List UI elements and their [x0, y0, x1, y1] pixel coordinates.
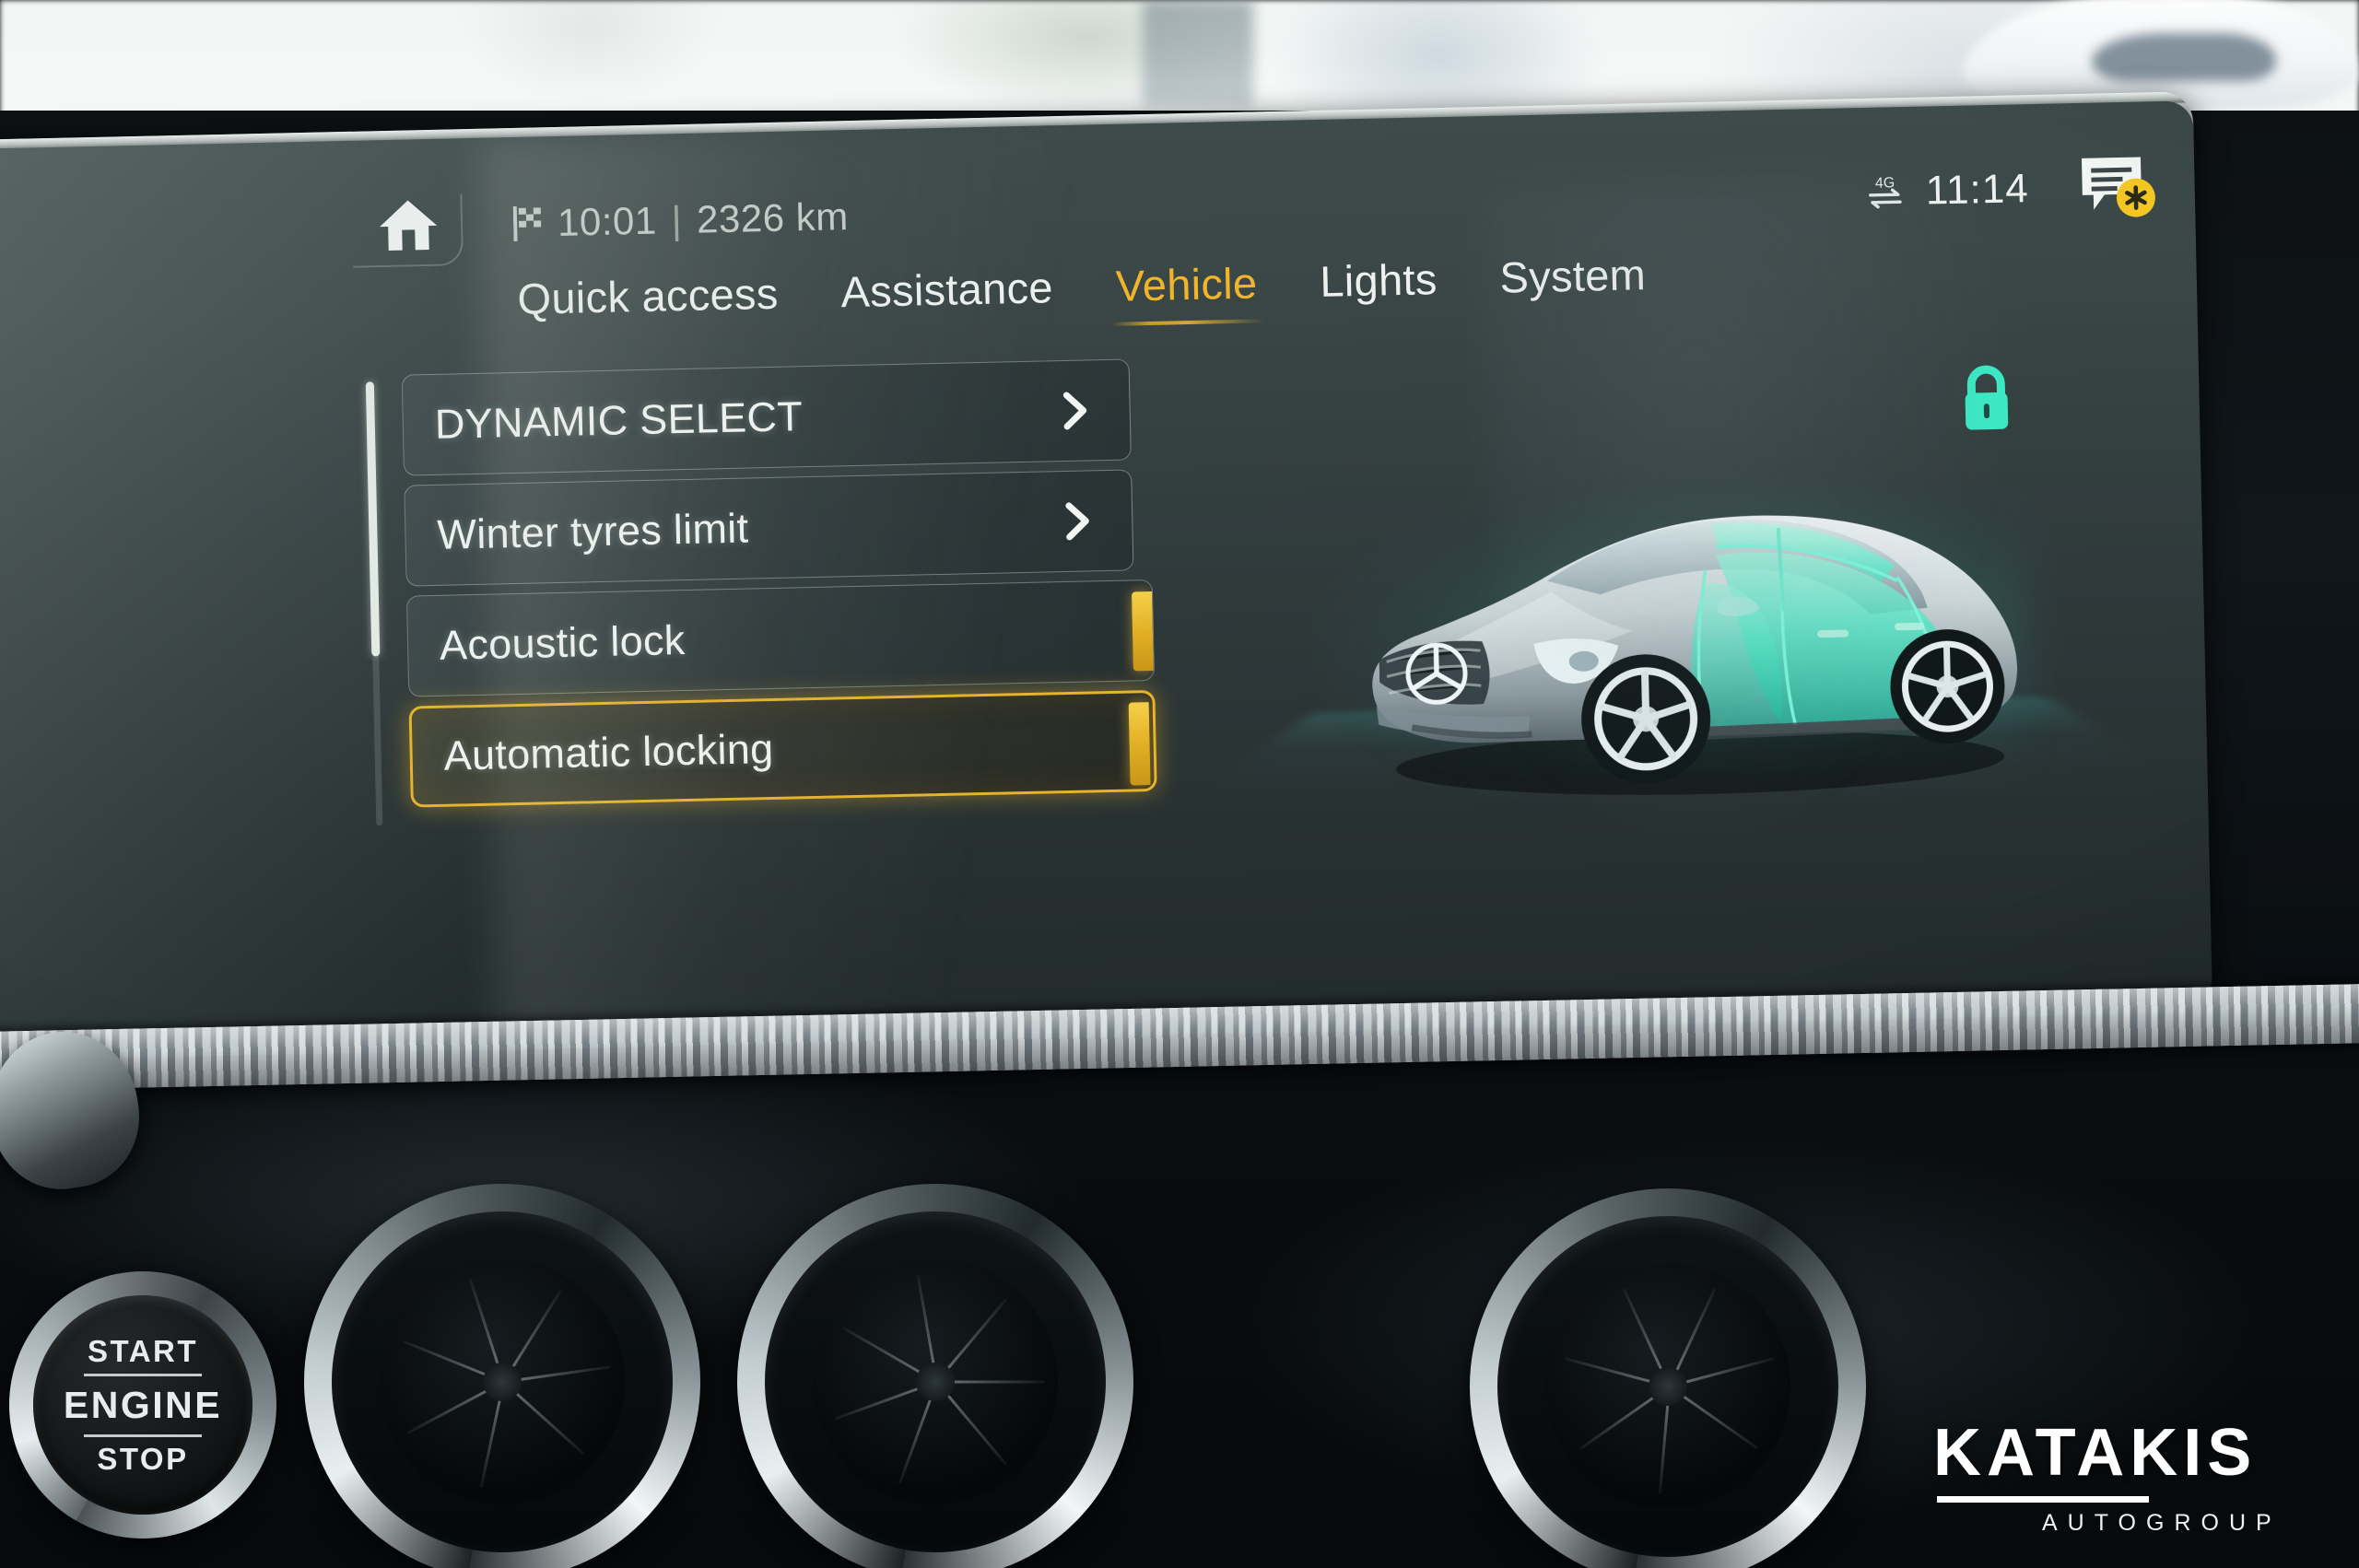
vehicle-settings-menu: DYNAMIC SELECT Winter tyres limit Acoust…	[401, 358, 1157, 816]
menu-item-acoustic-lock[interactable]: Acoustic lock	[405, 579, 1156, 697]
vent-core	[379, 1258, 626, 1505]
engine-button-line-3: STOP	[97, 1441, 189, 1476]
display-glass: 10:01 | 2326 km 4G 11:14 Quick access As…	[0, 100, 2213, 1061]
checkered-flag-icon	[512, 205, 546, 241]
trip-info: 10:01 | 2326 km	[512, 193, 850, 248]
menu-item-label: Winter tyres limit	[436, 504, 749, 558]
background-car-window	[2092, 33, 2276, 81]
engine-button-line-1: START	[87, 1333, 199, 1368]
mbux-display: 10:01 | 2326 km 4G 11:14 Quick access As…	[0, 91, 2213, 1061]
screenshot-root: 10:01 | 2326 km 4G 11:14 Quick access As…	[0, 0, 2359, 1568]
air-vent-left[interactable]	[304, 1184, 700, 1568]
start-stop-engine-button[interactable]: START ENGINE STOP	[9, 1271, 276, 1539]
menu-scrollbar-thumb[interactable]	[365, 381, 381, 657]
vent-core	[812, 1258, 1059, 1505]
tab-system[interactable]: System	[1468, 248, 1678, 303]
toggle-indicator[interactable]	[1128, 702, 1151, 786]
data-transfer-icon: 4G	[1864, 171, 1906, 213]
menu-item-label: Acoustic lock	[439, 616, 687, 669]
chevron-right-icon	[1063, 500, 1092, 542]
engine-button-line-2: ENGINE	[63, 1383, 223, 1426]
menu-item-label: DYNAMIC SELECT	[434, 392, 804, 448]
tab-quick-access[interactable]: Quick access	[486, 267, 810, 325]
chevron-right-icon	[1061, 390, 1089, 431]
home-icon[interactable]	[378, 198, 440, 252]
eta-time: 10:01	[557, 198, 658, 244]
infotainment-ui: 10:01 | 2326 km 4G 11:14 Quick access As…	[0, 111, 2212, 1061]
engine-button-divider-bottom	[84, 1433, 202, 1437]
engine-button-face: START ENGINE STOP	[33, 1295, 252, 1515]
menu-item-automatic-locking[interactable]: Automatic locking	[408, 689, 1157, 808]
mercedes-sedan-illustration	[1372, 515, 2018, 795]
tab-assistance[interactable]: Assistance	[809, 261, 1085, 317]
air-vent-right[interactable]	[1470, 1188, 1866, 1568]
system-clock: 11:14	[1925, 166, 2030, 214]
background-pillar	[1143, 0, 1253, 106]
toggle-indicator[interactable]	[1132, 591, 1154, 672]
message-notification-icon[interactable]	[2076, 151, 2159, 221]
display-bezel: 10:01 | 2326 km 4G 11:14 Quick access As…	[0, 91, 2213, 1061]
vehicle-graphic	[1206, 418, 2159, 842]
menu-item-dynamic-select[interactable]: DYNAMIC SELECT	[401, 358, 1132, 476]
trip-distance: 2326 km	[696, 194, 850, 241]
vent-core	[1544, 1263, 1791, 1510]
air-vent-center[interactable]	[737, 1184, 1133, 1568]
status-right-cluster: 4G 11:14	[1864, 163, 2029, 218]
tab-lights[interactable]: Lights	[1288, 252, 1469, 307]
engine-button-divider-top	[84, 1373, 202, 1376]
trip-separator: |	[671, 198, 683, 242]
vent-hub[interactable]	[1648, 1366, 1688, 1407]
menu-item-winter-tyres-limit[interactable]: Winter tyres limit	[404, 469, 1134, 587]
menu-item-label: Automatic locking	[443, 724, 774, 779]
tab-vehicle[interactable]: Vehicle	[1084, 256, 1289, 311]
